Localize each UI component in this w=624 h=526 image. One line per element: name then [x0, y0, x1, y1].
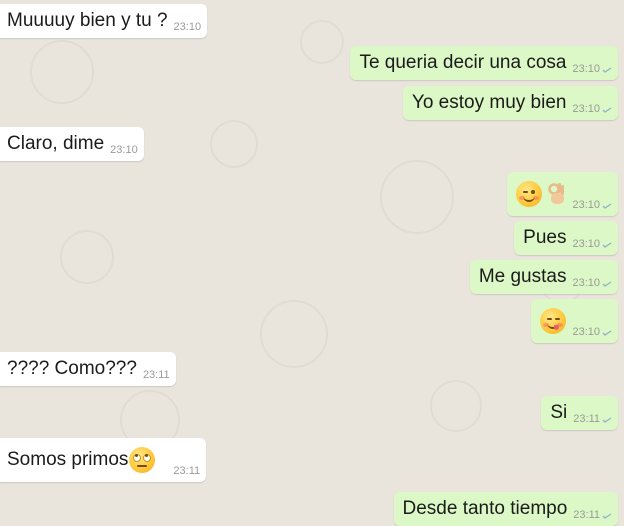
message-time: 23:11 — [573, 413, 600, 425]
read-tick-icon — [602, 67, 612, 73]
read-tick-icon — [602, 107, 612, 113]
read-tick-icon — [602, 242, 612, 248]
yum-emoji-icon — [540, 308, 567, 334]
message-bubble-outgoing[interactable]: 23:10 — [507, 172, 618, 216]
ok-hand-emoji-icon — [548, 183, 565, 204]
message-time: 23:10 — [110, 144, 138, 156]
read-tick-icon — [602, 281, 612, 287]
message-text: Muuuuy bien y tu ? — [7, 10, 168, 31]
message-bubble-outgoing[interactable]: Desde tanto tiempo 23:11 — [393, 492, 618, 526]
read-tick-icon — [602, 417, 612, 423]
message-bubble-outgoing[interactable]: Si 23:11 — [541, 396, 618, 430]
message-bubble-outgoing[interactable]: Pues 23:10 — [514, 221, 618, 255]
rolling-eyes-emoji-icon — [129, 447, 156, 473]
message-time: 23:10 — [173, 21, 202, 33]
message-bubble-incoming[interactable]: Muuuuy bien y tu ? 23:10 — [0, 4, 208, 38]
message-text: Te queria decir una cosa — [359, 52, 567, 73]
message-bubble-incoming[interactable]: Somos primos 23:11 — [0, 438, 207, 482]
message-time: 23:10 — [572, 277, 600, 289]
message-bubble-incoming[interactable]: Claro, dime 23:10 — [0, 127, 144, 161]
message-bubble-outgoing[interactable]: Me gustas 23:10 — [469, 260, 618, 294]
message-bubble-outgoing[interactable]: Te queria decir una cosa 23:10 — [350, 46, 618, 80]
message-time: 23:10 — [572, 326, 600, 338]
message-time: 23:10 — [572, 199, 600, 211]
message-bubble-outgoing[interactable]: 23:10 — [531, 299, 618, 343]
message-time: 23:10 — [572, 63, 600, 75]
message-bubble-incoming[interactable]: ???? Como??? 23:11 — [0, 352, 176, 386]
message-time: 23:11 — [142, 369, 170, 381]
wink-emoji-icon — [516, 181, 543, 207]
message-bubble-outgoing[interactable]: Yo estoy muy bien 23:10 — [402, 86, 618, 120]
message-time: 23:10 — [572, 103, 600, 115]
message-text: Desde tanto tiempo — [402, 498, 568, 519]
read-tick-icon — [602, 513, 612, 519]
message-text: Yo estoy muy bien — [411, 92, 567, 113]
message-text: Si — [550, 402, 568, 423]
message-time: 23:11 — [573, 509, 600, 521]
message-text: Pues — [523, 227, 567, 248]
message-text: Somos primos — [7, 449, 129, 470]
read-tick-icon — [602, 330, 612, 336]
read-tick-icon — [602, 203, 612, 209]
message-text: ???? Como??? — [7, 358, 137, 379]
message-time: 23:11 — [173, 465, 201, 477]
message-time: 23:10 — [572, 238, 600, 250]
message-text: Claro, dime — [7, 133, 105, 154]
message-text: Me gustas — [478, 266, 567, 287]
